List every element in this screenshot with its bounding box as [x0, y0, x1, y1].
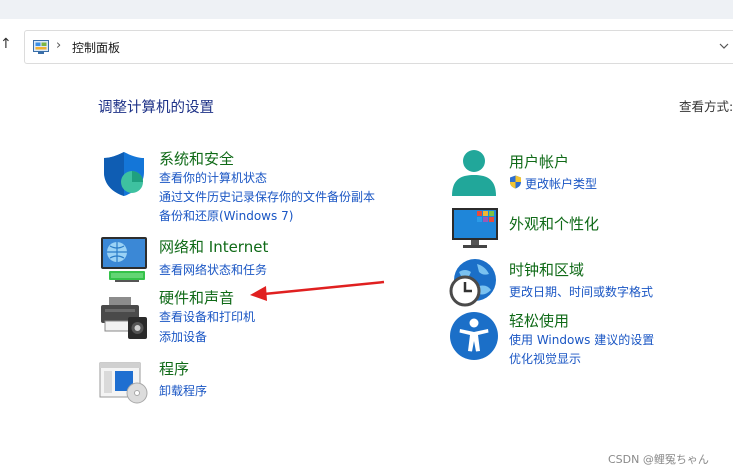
- link-devices-printers[interactable]: 查看设备和打印机: [159, 308, 255, 325]
- category-appearance-personalization[interactable]: 外观和个性化: [509, 213, 599, 234]
- chevron-right-icon[interactable]: ›: [56, 38, 61, 53]
- category-programs[interactable]: 程序: [159, 358, 189, 379]
- link-uninstall-program[interactable]: 卸载程序: [159, 382, 207, 399]
- printer-icon: [101, 297, 147, 339]
- category-ease-of-access[interactable]: 轻松使用: [509, 310, 569, 331]
- link-network-status[interactable]: 查看网络状态和任务: [159, 261, 267, 278]
- watermark: CSDN @鲤冤ちゃん: [608, 453, 709, 466]
- security-shield-icon: [104, 152, 144, 196]
- view-by-label: 查看方式:: [679, 99, 733, 114]
- category-network-internet[interactable]: 网络和 Internet: [159, 236, 268, 257]
- category-user-accounts[interactable]: 用户帐户: [509, 151, 569, 172]
- link-add-device[interactable]: 添加设备: [159, 328, 207, 345]
- network-icon: [101, 237, 147, 282]
- annotation-arrow: [250, 280, 385, 301]
- link-backup-restore[interactable]: 备份和还原(Windows 7): [159, 207, 293, 224]
- link-view-computer-status[interactable]: 查看你的计算机状态: [159, 169, 267, 186]
- link-optimize-visual-display[interactable]: 优化视觉显示: [509, 350, 581, 367]
- control-panel-icon: [33, 40, 49, 54]
- chevron-down-icon[interactable]: [718, 40, 730, 52]
- up-arrow-icon[interactable]: ↑: [0, 34, 12, 54]
- address-bar[interactable]: › 控制面板: [24, 30, 733, 64]
- title-strip: [0, 0, 733, 19]
- breadcrumb-control-panel[interactable]: 控制面板: [72, 39, 120, 56]
- uac-shield-icon: [510, 175, 521, 189]
- link-file-history-backup[interactable]: 通过文件历史记录保存你的文件备份副本: [159, 188, 375, 205]
- link-change-date-time-format[interactable]: 更改日期、时间或数字格式: [509, 283, 653, 300]
- page-title: 调整计算机的设置: [98, 100, 214, 116]
- clock-globe-icon: [449, 259, 496, 307]
- accessibility-icon: [450, 312, 498, 360]
- programs-icon: [99, 362, 148, 404]
- display-icon: [452, 208, 498, 248]
- user-icon: [452, 150, 496, 196]
- link-change-account-type[interactable]: 更改帐户类型: [525, 175, 597, 192]
- category-hardware-sound[interactable]: 硬件和声音: [159, 287, 234, 308]
- category-clock-region[interactable]: 时钟和区域: [509, 259, 584, 280]
- link-recommended-settings[interactable]: 使用 Windows 建议的设置: [509, 331, 654, 348]
- category-system-security[interactable]: 系统和安全: [159, 148, 234, 169]
